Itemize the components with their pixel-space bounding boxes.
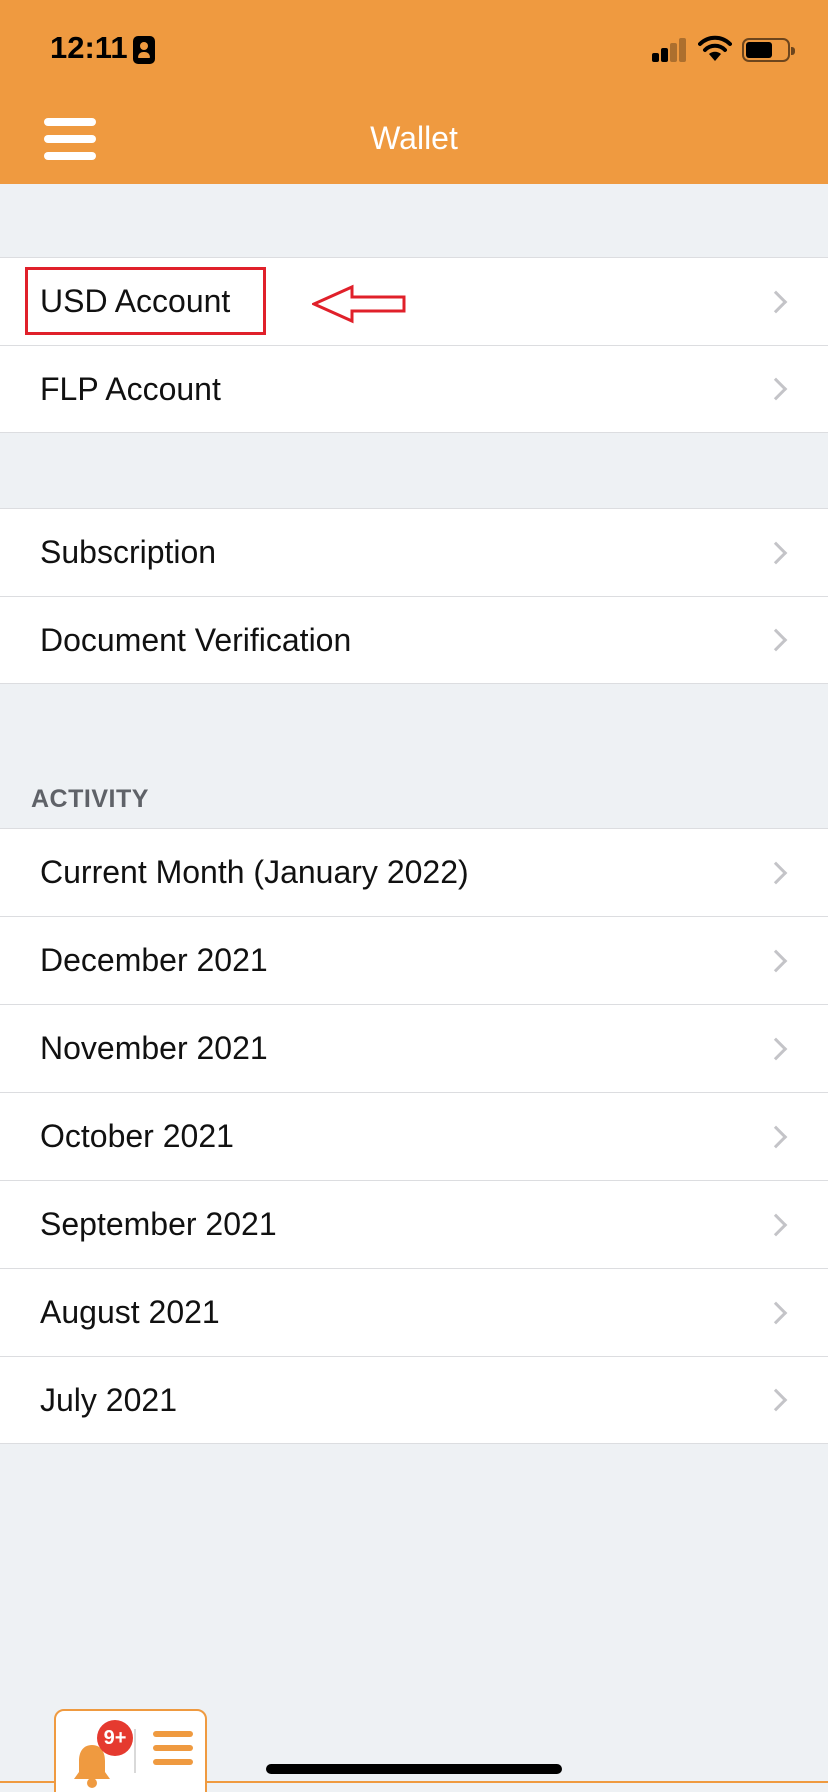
home-indicator[interactable]: [266, 1764, 562, 1774]
list-item-november-2021[interactable]: November 2021: [0, 1004, 828, 1092]
contact-card-icon: [133, 36, 155, 64]
list-item-october-2021[interactable]: October 2021: [0, 1092, 828, 1180]
list-item-december-2021[interactable]: December 2021: [0, 916, 828, 1004]
list-item-label: FLP Account: [40, 370, 221, 407]
wifi-icon: [698, 35, 732, 61]
list-item-label: September 2021: [40, 1206, 277, 1242]
dock-menu-icon[interactable]: [153, 1731, 193, 1771]
list-item-september-2021[interactable]: September 2021: [0, 1180, 828, 1268]
list-item-july-2021[interactable]: July 2021: [0, 1356, 828, 1444]
notification-count-badge: 9+: [97, 1720, 133, 1756]
bottom-dock: 9+: [54, 1709, 207, 1792]
chevron-right-icon: [764, 1037, 788, 1060]
chevron-right-icon: [764, 290, 788, 313]
list-item-label: August 2021: [40, 1294, 220, 1330]
status-time: 12:11: [50, 30, 128, 65]
chevron-right-icon: [764, 377, 788, 401]
chevron-right-icon: [764, 861, 788, 884]
list-item-label: October 2021: [40, 1118, 234, 1154]
list-item-august-2021[interactable]: August 2021: [0, 1268, 828, 1356]
list-item-label: Current Month (January 2022): [40, 854, 469, 890]
cellular-signal-icon: [652, 38, 688, 62]
chevron-right-icon: [764, 949, 788, 972]
list-item-label: November 2021: [40, 1030, 268, 1066]
list-item-subscription[interactable]: Subscription: [0, 508, 828, 596]
chevron-right-icon: [764, 1125, 788, 1148]
annotation-highlight-box: [25, 267, 266, 335]
chevron-right-icon: [764, 1388, 788, 1412]
list-item-current-month[interactable]: Current Month (January 2022): [0, 828, 828, 916]
list-item-label: July 2021: [40, 1381, 177, 1418]
list-item-label: December 2021: [40, 942, 268, 978]
list-item-label: Document Verification: [40, 621, 352, 658]
battery-icon: [742, 38, 795, 62]
chevron-right-icon: [764, 1301, 788, 1324]
list-item-document-verification[interactable]: Document Verification: [0, 596, 828, 684]
list-item-flp-account[interactable]: FLP Account: [0, 345, 828, 433]
page-title: Wallet: [370, 120, 458, 156]
list-item-label: Subscription: [40, 534, 217, 570]
annotation-arrow-icon: [312, 284, 406, 324]
section-header-activity: ACTIVITY: [31, 785, 149, 813]
chevron-right-icon: [764, 628, 788, 652]
chevron-right-icon: [764, 1213, 788, 1236]
chevron-right-icon: [764, 541, 788, 564]
app-header: 12:11 Wallet: [0, 0, 828, 184]
dock-divider: [134, 1729, 136, 1773]
wallet-screen: 12:11 Wallet USD Account FLP Account Sub…: [0, 0, 828, 1792]
